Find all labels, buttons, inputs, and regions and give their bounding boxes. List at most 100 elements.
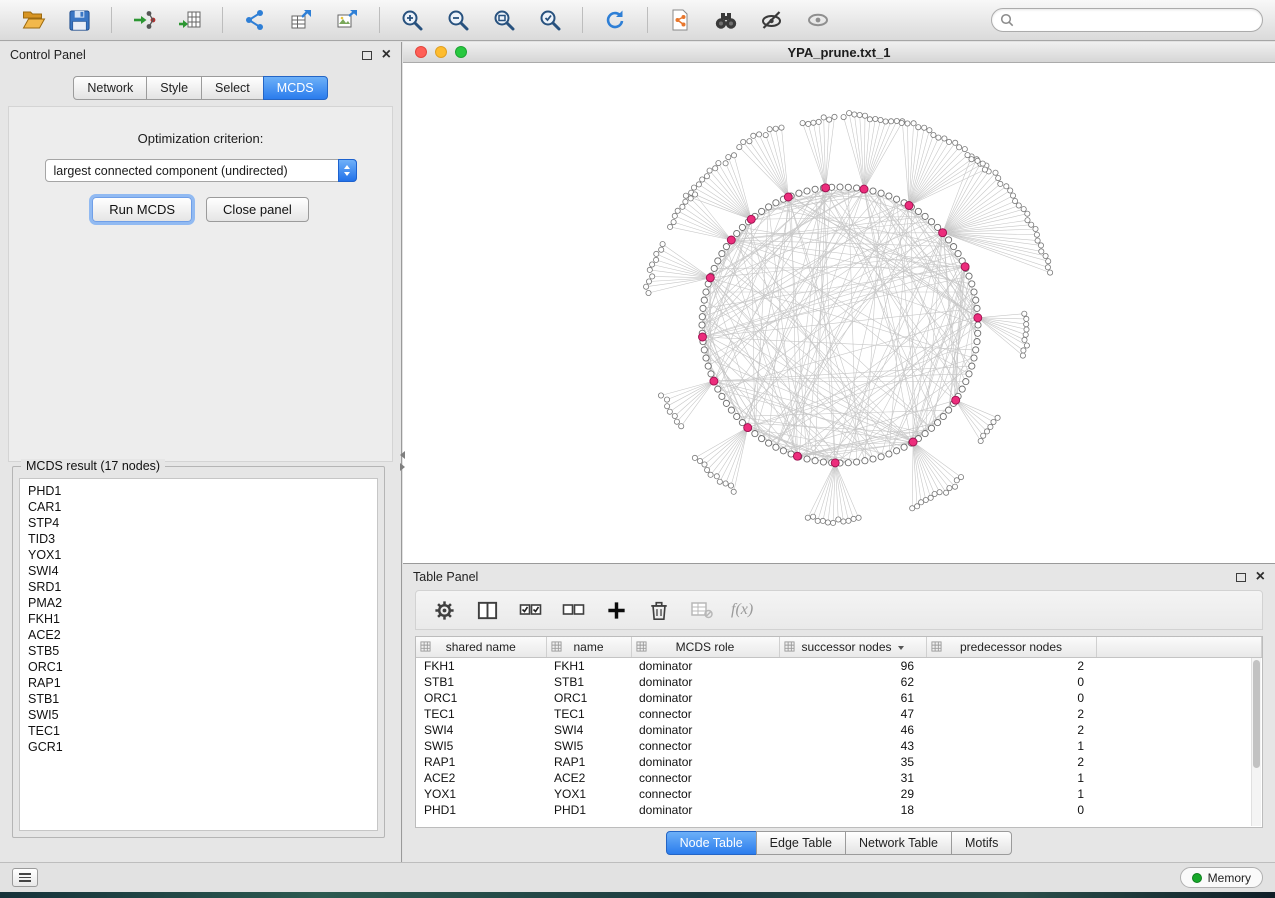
mcds-node-item[interactable]: GCR1 [20, 739, 377, 755]
tab-network[interactable]: Network [73, 76, 147, 100]
table-row[interactable]: SWI4SWI4dominator462 [416, 722, 1262, 738]
tab-node-table[interactable]: Node Table [666, 831, 757, 855]
table-row[interactable]: SWI5SWI5connector431 [416, 738, 1262, 754]
float-panel-icon[interactable] [362, 51, 372, 60]
table-cell: RAP1 [546, 754, 631, 770]
tab-select[interactable]: Select [201, 76, 264, 100]
close-panel-button[interactable]: Close panel [206, 197, 309, 222]
save-session-button[interactable] [58, 4, 100, 36]
mcds-node-item[interactable]: RAP1 [20, 675, 377, 691]
mcds-node-item[interactable]: PHD1 [20, 483, 377, 499]
run-mcds-button[interactable]: Run MCDS [92, 197, 192, 222]
show-details-button[interactable] [797, 4, 839, 36]
mcds-node-item[interactable]: SWI5 [20, 707, 377, 723]
table-cell: FKH1 [416, 657, 546, 674]
table-scrollbar-thumb[interactable] [1253, 660, 1260, 768]
refresh-button[interactable] [594, 4, 636, 36]
zoom-fit-button[interactable] [483, 4, 525, 36]
optimization-criterion-dropdown[interactable]: largest connected component (undirected) [45, 159, 357, 182]
open-file-button[interactable] [12, 4, 54, 36]
export-network-button[interactable] [234, 4, 276, 36]
table-cell: 0 [926, 674, 1096, 690]
mcds-node-item[interactable]: TEC1 [20, 723, 377, 739]
mcds-node-item[interactable]: PMA2 [20, 595, 377, 611]
global-search-box[interactable] [991, 8, 1263, 32]
table-cell: 0 [926, 802, 1096, 818]
column-header-predecessor-nodes[interactable]: predecessor nodes [926, 637, 1096, 657]
zoom-in-button[interactable] [391, 4, 433, 36]
column-header-mcds-role[interactable]: MCDS role [631, 637, 779, 657]
zoom-out-button[interactable] [437, 4, 479, 36]
memory-label: Memory [1208, 871, 1251, 885]
column-header-successor-nodes[interactable]: successor nodes [779, 637, 926, 657]
export-table-button[interactable] [280, 4, 322, 36]
window-close-button[interactable] [415, 46, 427, 58]
network-canvas[interactable] [403, 63, 1275, 563]
table-panel-header: Table Panel × [403, 564, 1275, 590]
network-titlebar: YPA_prune.txt_1 [403, 42, 1275, 63]
mcds-node-item[interactable]: ORC1 [20, 659, 377, 675]
table-row[interactable]: TEC1TEC1connector472 [416, 706, 1262, 722]
table-settings-button[interactable] [430, 596, 458, 624]
panel-splitter[interactable] [398, 448, 406, 474]
tab-edge-table[interactable]: Edge Table [756, 831, 846, 855]
tab-motifs[interactable]: Motifs [951, 831, 1012, 855]
column-layout-button[interactable] [473, 596, 501, 624]
table-cell: 35 [779, 754, 926, 770]
export-image-button[interactable] [326, 4, 368, 36]
column-header-filler [1096, 637, 1262, 657]
new-network-from-selection-button[interactable] [659, 4, 701, 36]
close-table-panel-icon[interactable]: × [1256, 569, 1265, 585]
delete-row-button[interactable] [645, 596, 673, 624]
mcds-node-item[interactable]: TID3 [20, 531, 377, 547]
add-row-button[interactable] [602, 596, 630, 624]
import-network-button[interactable] [123, 4, 165, 36]
mcds-node-item[interactable]: YOX1 [20, 547, 377, 563]
table-cell: dominator [631, 754, 779, 770]
table-row[interactable]: YOX1YOX1connector291 [416, 786, 1262, 802]
hide-selected-button[interactable] [751, 4, 793, 36]
network-graph[interactable] [403, 63, 1275, 563]
column-header-shared-name[interactable]: shared name [416, 637, 546, 657]
table-cell: 2 [926, 722, 1096, 738]
tab-mcds[interactable]: MCDS [263, 76, 328, 100]
table-cell: SWI5 [546, 738, 631, 754]
table-row[interactable]: RAP1RAP1dominator352 [416, 754, 1262, 770]
table-cell: 43 [779, 738, 926, 754]
table-cell: 0 [926, 690, 1096, 706]
control-panel-title: Control Panel [10, 48, 86, 62]
table-scrollbar[interactable] [1251, 658, 1261, 826]
mcds-node-item[interactable]: ACE2 [20, 627, 377, 643]
column-header-name[interactable]: name [546, 637, 631, 657]
first-neighbors-button[interactable] [705, 4, 747, 36]
mcds-result-list[interactable]: PHD1CAR1STP4TID3YOX1SWI4SRD1PMA2FKH1ACE2… [19, 478, 378, 831]
float-table-panel-icon[interactable] [1236, 573, 1246, 582]
select-all-button[interactable] [516, 596, 544, 624]
mcds-node-item[interactable]: SRD1 [20, 579, 377, 595]
table-row[interactable]: STB1STB1dominator620 [416, 674, 1262, 690]
zoom-selected-button[interactable] [529, 4, 571, 36]
import-table-button[interactable] [169, 4, 211, 36]
mcds-node-item[interactable]: FKH1 [20, 611, 377, 627]
table-row[interactable]: ACE2ACE2connector311 [416, 770, 1262, 786]
mcds-node-item[interactable]: CAR1 [20, 499, 377, 515]
tab-network-table[interactable]: Network Table [845, 831, 952, 855]
close-panel-icon[interactable]: × [382, 47, 391, 63]
table-row[interactable]: ORC1ORC1dominator610 [416, 690, 1262, 706]
window-maximize-button[interactable] [455, 46, 467, 58]
table-row[interactable]: PHD1PHD1dominator180 [416, 802, 1262, 818]
mcds-node-item[interactable]: SWI4 [20, 563, 377, 579]
table-cell: dominator [631, 657, 779, 674]
memory-button[interactable]: Memory [1180, 867, 1263, 888]
function-builder-button: f(x) [731, 596, 753, 624]
table-row[interactable]: FKH1FKH1dominator962 [416, 657, 1262, 674]
tab-style[interactable]: Style [146, 76, 202, 100]
table-cell: 2 [926, 657, 1096, 674]
task-history-button[interactable] [12, 868, 38, 887]
window-minimize-button[interactable] [435, 46, 447, 58]
mcds-node-item[interactable]: STP4 [20, 515, 377, 531]
mcds-node-item[interactable]: STB5 [20, 643, 377, 659]
search-input[interactable] [1020, 12, 1254, 28]
mcds-node-item[interactable]: STB1 [20, 691, 377, 707]
deselect-all-button[interactable] [559, 596, 587, 624]
